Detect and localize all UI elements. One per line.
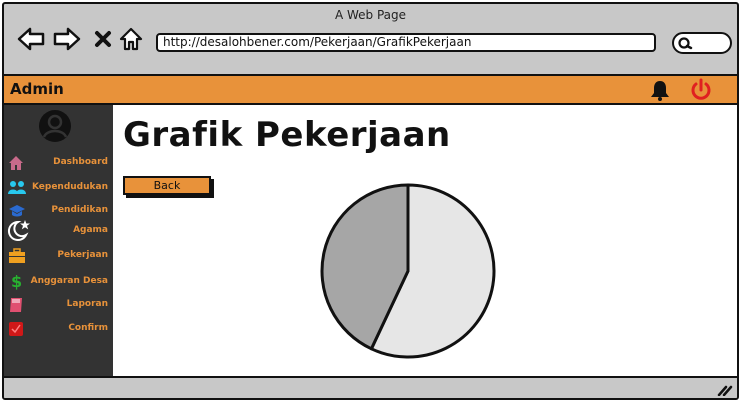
book-icon <box>8 297 24 317</box>
sidebar-item-label: Pendidikan <box>51 205 108 215</box>
browser-window: A Web Page http://desalohbener.com/Peker… <box>2 2 739 400</box>
sidebar-item-confirm[interactable]: Confirm <box>4 319 113 339</box>
home-icon <box>8 155 24 175</box>
moon-star-icon <box>6 219 32 247</box>
home-icon <box>119 27 143 51</box>
sidebar-item-label: Anggaran Desa <box>30 276 108 286</box>
stop-button[interactable] <box>88 24 118 54</box>
page-title: Grafik Pekerjaan <box>123 115 451 155</box>
pie-chart <box>320 183 496 359</box>
sidebar-item-dashboard[interactable]: Dashboard <box>4 153 113 173</box>
resize-grip-icon[interactable] <box>717 384 733 396</box>
check-square-icon <box>8 321 24 341</box>
sidebar-item-label: Confirm <box>68 323 108 333</box>
power-icon[interactable] <box>689 78 713 106</box>
sidebar-item-pendidikan[interactable]: Pendidikan <box>4 201 113 221</box>
back-button[interactable]: Back <box>123 176 211 195</box>
status-bar <box>4 376 737 398</box>
sidebar-item-label: Agama <box>73 225 108 235</box>
sidebar-item-anggaran-desa[interactable]: $ Anggaran Desa <box>4 272 113 292</box>
sidebar-item-label: Dashboard <box>53 157 108 167</box>
bell-icon[interactable] <box>649 79 671 105</box>
window-title: A Web Page <box>334 8 407 22</box>
svg-text:$: $ <box>11 272 22 290</box>
main-content: Grafik Pekerjaan Back <box>113 105 737 376</box>
sidebar-item-laporan[interactable]: Laporan <box>4 295 113 315</box>
sidebar: Dashboard Kependudukan Pendidikan Agama … <box>4 105 113 376</box>
app-header: Admin <box>4 74 737 105</box>
dollar-icon: $ <box>10 272 22 294</box>
briefcase-icon <box>8 248 26 268</box>
arrow-left-icon <box>17 27 45 51</box>
sidebar-item-pekerjaan[interactable]: Pekerjaan <box>4 246 113 266</box>
sidebar-item-agama[interactable]: Agama <box>4 220 113 241</box>
avatar-icon[interactable] <box>38 109 72 147</box>
search-icon <box>678 37 693 50</box>
sidebar-item-label: Pekerjaan <box>57 250 108 260</box>
brand-label: Admin <box>10 80 64 98</box>
back-nav-button[interactable] <box>16 24 46 54</box>
sidebar-item-label: Kependudukan <box>31 182 108 192</box>
arrow-right-icon <box>53 27 81 51</box>
home-nav-button[interactable] <box>116 24 146 54</box>
sidebar-item-kependudukan[interactable]: Kependudukan <box>4 178 113 198</box>
forward-nav-button[interactable] <box>52 24 82 54</box>
url-input[interactable]: http://desalohbener.com/Pekerjaan/Grafik… <box>156 33 656 52</box>
users-icon <box>8 180 26 200</box>
sidebar-item-label: Laporan <box>66 299 108 309</box>
search-input[interactable] <box>672 32 732 54</box>
close-icon <box>95 31 111 47</box>
